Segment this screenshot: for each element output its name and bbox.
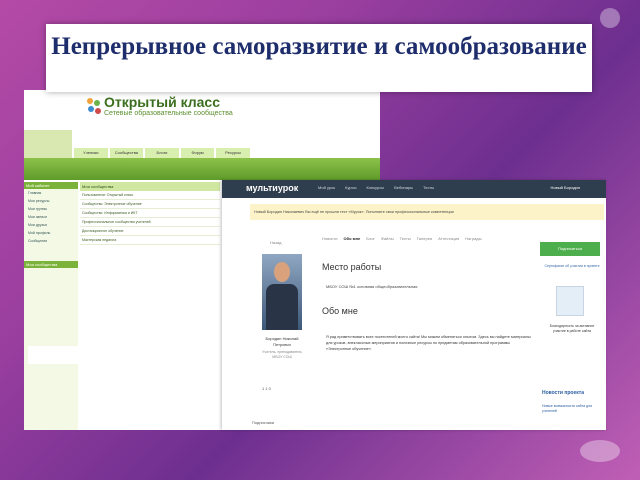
about-heading: Обо мне xyxy=(322,306,358,316)
ok-nav-item[interactable]: Сообщества xyxy=(109,148,144,158)
ok-side-item[interactable]: Мои ресурсы xyxy=(24,197,78,205)
ok-nav-item[interactable]: Форум xyxy=(180,148,215,158)
list-item[interactable]: Дистанционное обучение xyxy=(80,227,220,236)
tab-tests[interactable]: Тесты xyxy=(400,236,411,241)
mu-menu-item[interactable]: Вебинары xyxy=(394,185,413,190)
list-item[interactable]: Пользователи: Открытый класс xyxy=(80,191,220,200)
ok-side-item[interactable]: Мои записи xyxy=(24,213,78,221)
profile-name: Бородин Николай Петрович xyxy=(265,336,299,347)
ok-main-panel: Мои сообщества Пользователи: Открытый кл… xyxy=(80,182,220,272)
mu-menu-item[interactable]: Мой урок xyxy=(318,185,335,190)
gratitude-link[interactable]: Благодарность за активное участие в рабо… xyxy=(544,324,600,334)
multiurok-screenshot: мультиурок Мой урок Курсы Конкурсы Вебин… xyxy=(222,180,606,430)
mu-user-name[interactable]: Новый Бородин xyxy=(551,185,580,190)
ok-side-head: Мой кабинет xyxy=(24,182,78,189)
mu-menu: Мой урок Курсы Конкурсы Вебинары Тесты xyxy=(318,185,434,190)
work-heading: Место работы xyxy=(322,262,382,272)
ok-nav-item[interactable]: Блоги xyxy=(145,148,179,158)
certificate-image[interactable] xyxy=(556,286,584,316)
list-item[interactable]: Сообщество: Электронное обучение xyxy=(80,200,220,209)
certificate-link[interactable]: Сертификат об участии в проекте xyxy=(544,264,600,269)
avatar-head xyxy=(274,262,290,282)
mu-menu-item[interactable]: Курсы xyxy=(345,185,356,190)
ok-side-item[interactable]: Главная xyxy=(24,189,78,197)
profile-stats: 1 1 0 xyxy=(262,386,271,391)
slide-title: Непрерывное саморазвитие и самообразован… xyxy=(51,33,587,60)
mu-menu-item[interactable]: Тесты xyxy=(423,185,434,190)
tab-gallery[interactable]: Галерея xyxy=(417,236,432,241)
ok-logo-text: Открытый класс xyxy=(104,94,220,110)
ok-nav-item[interactable]: Ученики xyxy=(74,148,108,158)
list-item[interactable]: Профессиональное сообщество учителей xyxy=(80,218,220,227)
mu-topbar: мультиурок Мой урок Курсы Конкурсы Вебин… xyxy=(222,180,606,198)
tab-files[interactable]: Файлы xyxy=(381,236,394,241)
tab-news[interactable]: Новости xyxy=(322,236,337,241)
avatar xyxy=(262,254,302,330)
tab-blog[interactable]: Блог xyxy=(366,236,375,241)
ok-green-bar xyxy=(24,158,380,180)
subscribers-label[interactable]: Подписчики xyxy=(252,420,274,425)
ok-side-item[interactable]: Мои группы xyxy=(24,205,78,213)
mu-notice: Новый Бородин Николаевич Вы ещё не прошл… xyxy=(250,204,604,220)
work-value: МБОУ СОШ №1 основная общеобразовательная xyxy=(326,284,418,289)
ok-sidebar: Мой кабинет Главная Мои ресурсы Мои груп… xyxy=(24,182,78,430)
mu-logo[interactable]: мультиурок xyxy=(246,183,298,193)
tab-about[interactable]: Обо мне xyxy=(343,236,360,241)
list-item[interactable]: Сообщество: Информатика и ИКТ xyxy=(80,209,220,218)
sparkle-decoration xyxy=(580,440,620,462)
list-item[interactable]: Мастерская педагога xyxy=(80,236,220,245)
news-heading: Новости проекта xyxy=(542,390,584,396)
about-text: Я рад приветствовать всех посетителей мо… xyxy=(326,335,531,351)
tab-awards[interactable]: Награды xyxy=(465,236,481,241)
tab-attestation[interactable]: Аттестация xyxy=(438,236,459,241)
news-link[interactable]: Новые возможности сайта для учителей xyxy=(542,404,602,414)
ok-side-item[interactable]: Мой профиль xyxy=(24,229,78,237)
ok-side-item[interactable]: Мои друзья xyxy=(24,221,78,229)
follow-button[interactable]: Подписаться xyxy=(540,242,600,256)
logo-dots-icon xyxy=(87,98,101,114)
mu-menu-item[interactable]: Конкурсы xyxy=(367,185,385,190)
back-link[interactable]: Назад xyxy=(270,240,281,245)
side-corner-panel xyxy=(28,346,82,364)
ok-nav: Ученики Сообщества Блоги Форум Ресурсы xyxy=(74,148,250,158)
avatar-suit xyxy=(266,284,298,330)
ok-main-head: Мои сообщества xyxy=(80,182,220,191)
ok-side-item[interactable]: Сообщения xyxy=(24,237,78,245)
ok-logo-subtitle: Сетевые образовательные сообщества xyxy=(104,110,233,117)
ok-nav-item[interactable]: Ресурсы xyxy=(216,148,250,158)
ok-side-head: Мои сообщества xyxy=(24,261,78,268)
profile-tabs: Новости Обо мне Блог Файлы Тесты Галерея… xyxy=(322,236,481,241)
slide-title-box: Непрерывное саморазвитие и самообразован… xyxy=(46,24,592,92)
sparkle-decoration xyxy=(600,8,620,28)
profile-role: Учитель, преподаватель МБОУ СОШ xyxy=(262,350,302,359)
